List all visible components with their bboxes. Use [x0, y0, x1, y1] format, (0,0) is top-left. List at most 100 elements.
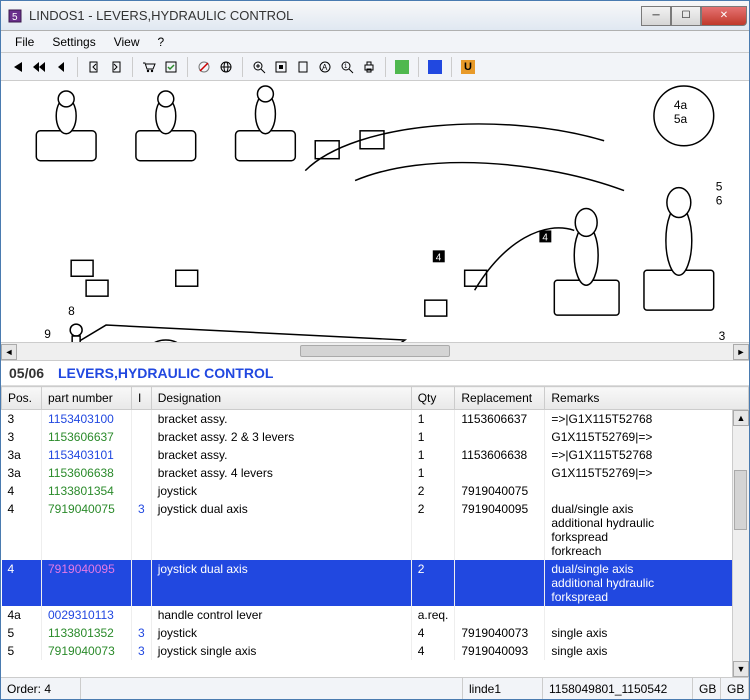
status-order: Order: 4 — [1, 678, 81, 699]
maximize-button[interactable]: ☐ — [671, 6, 701, 26]
rewind-icon[interactable] — [29, 57, 49, 77]
titlebar: 5 LINDOS1 - LEVERS,HYDRAULIC CONTROL ─ ☐… — [1, 1, 749, 31]
table-row[interactable]: 4a0029310113handle control levera.req. — [2, 606, 749, 624]
cell-i: 3 — [132, 642, 152, 660]
cell-designation: bracket assy. 4 levers — [151, 464, 411, 482]
svg-text:8: 8 — [68, 304, 75, 318]
filter-a-icon[interactable] — [194, 57, 214, 77]
page-icon[interactable] — [293, 57, 313, 77]
separator — [242, 57, 243, 77]
close-button[interactable]: ✕ — [701, 6, 747, 26]
cell-i: 3 — [132, 624, 152, 642]
bookmark-next-icon[interactable] — [106, 57, 126, 77]
table-row[interactable]: 3a1153403101bracket assy.11153606638=>|G… — [2, 446, 749, 464]
svg-text:5a: 5a — [674, 112, 688, 126]
menubar: File Settings View ? — [1, 31, 749, 53]
cell-i — [132, 606, 152, 624]
bookmark-prev-icon[interactable] — [84, 57, 104, 77]
scroll-down-icon[interactable]: ▼ — [733, 661, 749, 677]
svg-text:9: 9 — [44, 327, 51, 341]
cell-remarks: G1X115T52769|=> — [545, 464, 749, 482]
blue-square-icon[interactable] — [425, 57, 445, 77]
cell-part-number: 7919040075 — [42, 500, 132, 560]
cell-pos: 4a — [2, 606, 42, 624]
vscroll-thumb[interactable] — [734, 470, 747, 530]
cell-remarks — [545, 482, 749, 500]
cell-designation: joystick dual axis — [151, 560, 411, 606]
cell-replacement: 1153606637 — [455, 410, 545, 429]
zoom-in-icon[interactable] — [249, 57, 269, 77]
cell-replacement: 7919040093 — [455, 642, 545, 660]
col-designation[interactable]: Designation — [151, 387, 411, 410]
cell-remarks: =>|G1X115T52768 — [545, 410, 749, 429]
diagram-hscrollbar[interactable]: ◄ ► — [1, 343, 749, 361]
grid-vscrollbar[interactable]: ▲ ▼ — [732, 410, 749, 677]
globe-icon[interactable] — [216, 57, 236, 77]
back-icon[interactable] — [51, 57, 71, 77]
cell-part-number: 1153606638 — [42, 464, 132, 482]
separator — [77, 57, 78, 77]
cell-qty: 2 — [411, 560, 455, 606]
cell-replacement — [455, 560, 545, 606]
rotate-icon[interactable]: A — [315, 57, 335, 77]
cell-designation: joystick — [151, 482, 411, 500]
note-icon[interactable] — [161, 57, 181, 77]
col-remarks[interactable]: Remarks — [545, 387, 749, 410]
table-row[interactable]: 479190400753joystick dual axis2791904009… — [2, 500, 749, 560]
table-row[interactable]: 31153606637bracket assy. 2 & 3 levers1G1… — [2, 428, 749, 446]
cart-icon[interactable] — [139, 57, 159, 77]
print-icon[interactable] — [359, 57, 379, 77]
col-qty[interactable]: Qty — [411, 387, 455, 410]
cell-part-number: 1133801354 — [42, 482, 132, 500]
scroll-right-icon[interactable]: ► — [733, 344, 749, 360]
table-row[interactable]: 47919040095joystick dual axis2dual/singl… — [2, 560, 749, 606]
cell-qty: 1 — [411, 410, 455, 429]
section-index: 05/06 — [9, 365, 44, 381]
cell-part-number: 1153403100 — [42, 410, 132, 429]
hscroll-thumb[interactable] — [300, 345, 450, 357]
cell-pos: 4 — [2, 500, 42, 560]
col-replacement[interactable]: Replacement — [455, 387, 545, 410]
table-row[interactable]: 41133801354joystick27919040075 — [2, 482, 749, 500]
table-row[interactable]: 31153403100bracket assy.11153606637=>|G1… — [2, 410, 749, 429]
cell-part-number: 0029310113 — [42, 606, 132, 624]
cell-replacement: 7919040095 — [455, 500, 545, 560]
separator — [187, 57, 188, 77]
cell-i — [132, 482, 152, 500]
section-title: LEVERS,HYDRAULIC CONTROL — [58, 365, 273, 381]
scroll-left-icon[interactable]: ◄ — [1, 344, 17, 360]
u-icon[interactable]: U — [458, 57, 478, 77]
table-row[interactable]: 511338013523joystick47919040073single ax… — [2, 624, 749, 642]
status-gb1: GB — [693, 678, 721, 699]
table-row[interactable]: 579190400733joystick single axis47919040… — [2, 642, 749, 660]
cell-qty: 1 — [411, 446, 455, 464]
scroll-up-icon[interactable]: ▲ — [733, 410, 749, 426]
section-header: 05/06 LEVERS,HYDRAULIC CONTROL — [1, 361, 749, 386]
cell-replacement: 1153606638 — [455, 446, 545, 464]
cell-i: 3 — [132, 500, 152, 560]
fit-page-icon[interactable] — [271, 57, 291, 77]
col-pos[interactable]: Pos. — [2, 387, 42, 410]
cell-pos: 3a — [2, 446, 42, 464]
reset-zoom-icon[interactable]: 1 — [337, 57, 357, 77]
window-title: LINDOS1 - LEVERS,HYDRAULIC CONTROL — [29, 8, 293, 23]
status-spacer — [81, 678, 463, 699]
first-icon[interactable] — [7, 57, 27, 77]
separator — [385, 57, 386, 77]
svg-text:5: 5 — [716, 180, 723, 194]
minimize-button[interactable]: ─ — [641, 6, 671, 26]
col-part-number[interactable]: part number — [42, 387, 132, 410]
green-square-icon[interactable] — [392, 57, 412, 77]
menu-settings[interactable]: Settings — [44, 33, 103, 51]
menu-help[interactable]: ? — [150, 33, 173, 51]
menu-file[interactable]: File — [7, 33, 42, 51]
app-icon: 5 — [7, 8, 23, 24]
cell-designation: joystick single axis — [151, 642, 411, 660]
col-i[interactable]: I — [132, 387, 152, 410]
table-row[interactable]: 3a1153606638bracket assy. 4 levers1G1X11… — [2, 464, 749, 482]
cell-remarks: dual/single axis additional hydraulic fo… — [545, 500, 749, 560]
status-code: 1158049801_1150542 — [543, 678, 693, 699]
status-linde: linde1 — [463, 678, 543, 699]
menu-view[interactable]: View — [106, 33, 148, 51]
parts-diagram[interactable]: 4a 5a 5 6 4 4 4 3 8 9 2 — [1, 81, 749, 343]
